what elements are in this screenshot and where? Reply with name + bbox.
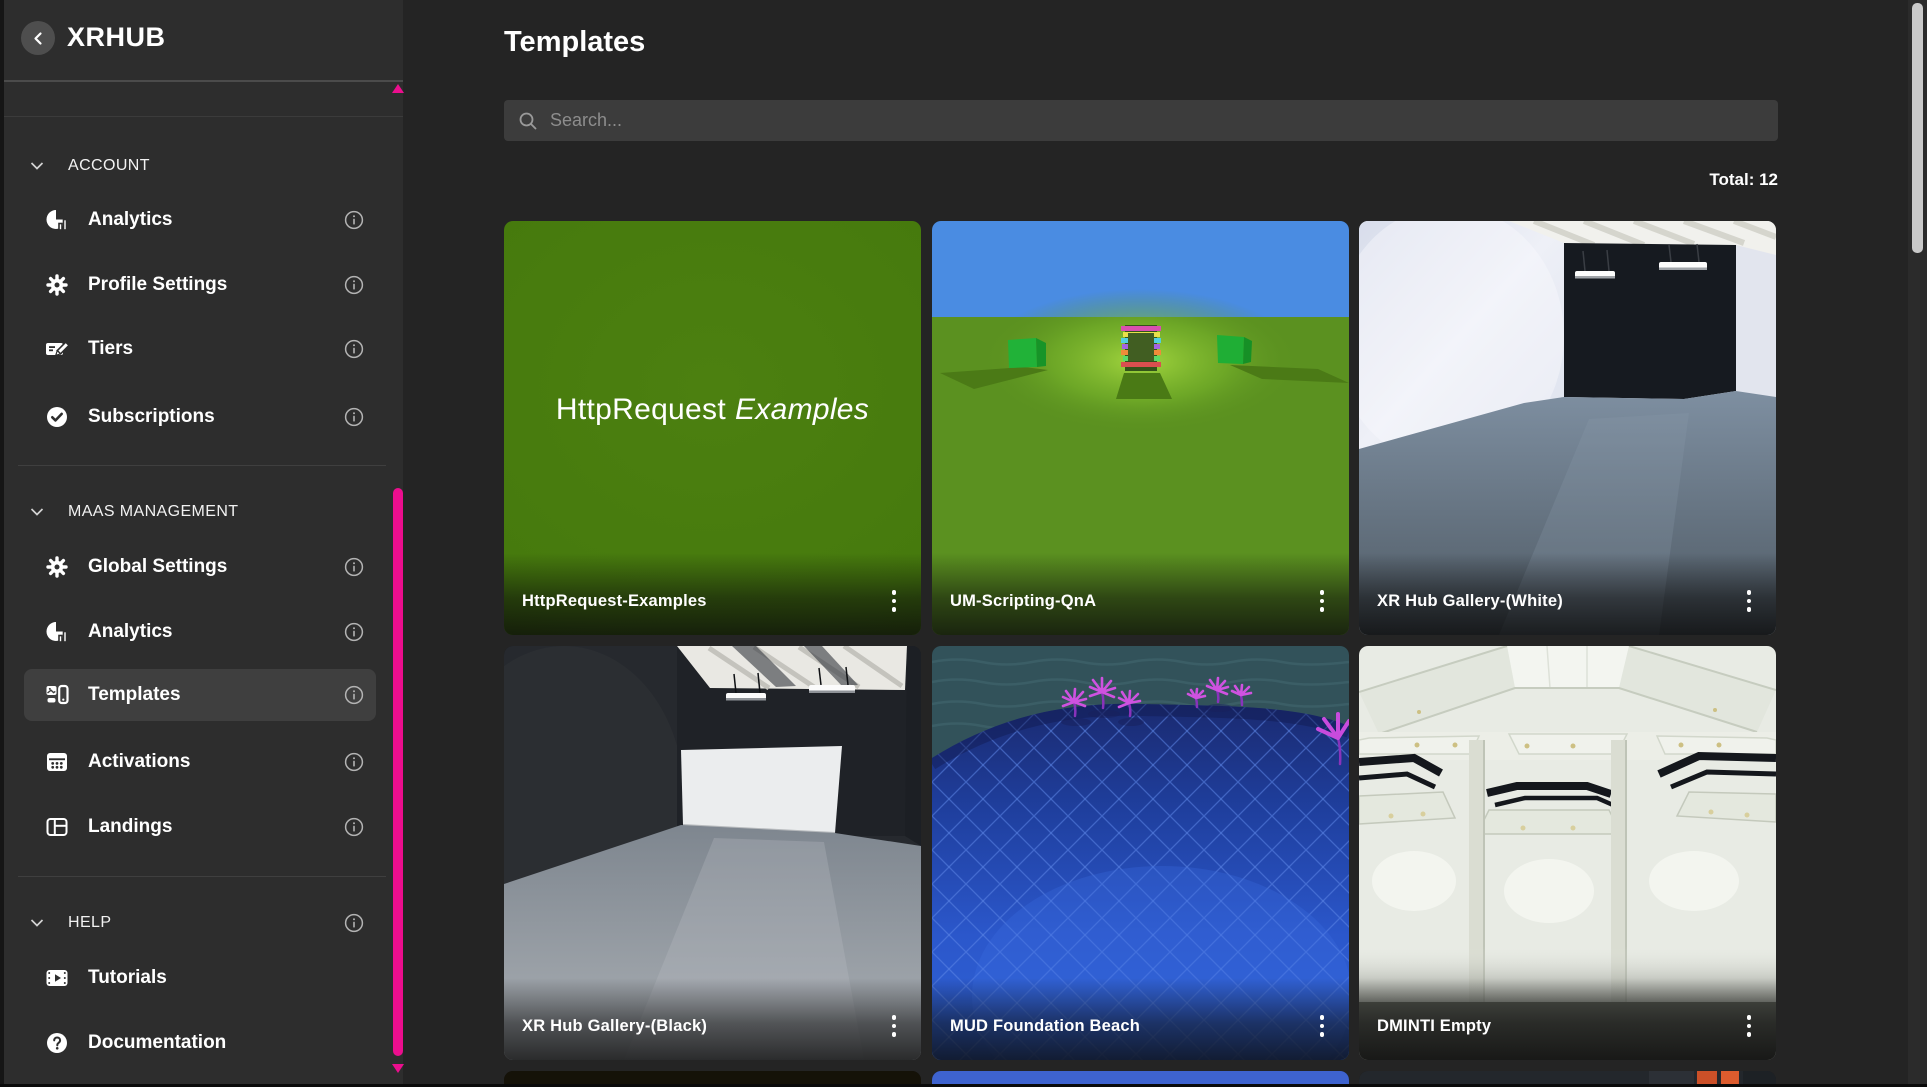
info-icon[interactable] [344, 275, 364, 295]
card-menu-kebab-icon[interactable] [880, 1008, 908, 1044]
divider [0, 116, 403, 117]
section-label: ACCOUNT [68, 157, 150, 175]
sidebar-item-label: Landings [88, 816, 172, 838]
back-button[interactable] [21, 21, 55, 55]
section-header-maas-management[interactable]: MAAS MANAGEMENT [24, 497, 376, 527]
template-card-httprequest-examples[interactable]: HttpRequestExamples HttpRequest-Examples [504, 221, 921, 635]
template-card-xr-hub-gallery-black[interactable]: XR Hub Gallery-(Black) [504, 646, 921, 1060]
sidebar-item-profile-settings[interactable]: Profile Settings [24, 259, 376, 311]
sidebar-scroll-down-arrow[interactable] [392, 1064, 404, 1073]
sidebar-item-analytics-maas[interactable]: Analytics [24, 606, 376, 658]
window-scrollbar-thumb[interactable] [1912, 3, 1923, 253]
divider [0, 80, 403, 82]
total-count: Total: 12 [504, 170, 1778, 190]
window-edge [0, 0, 4, 1087]
template-card-mud-foundation-beach[interactable]: MUD Foundation Beach [932, 646, 1349, 1060]
card-title: DMINTI Empty [1377, 1017, 1491, 1036]
info-icon[interactable] [344, 210, 364, 230]
section-label: MAAS MANAGEMENT [68, 503, 238, 521]
chevron-down-icon [28, 503, 46, 521]
card-title: UM-Scripting-QnA [950, 592, 1096, 611]
sidebar-item-label: Subscriptions [88, 406, 215, 428]
card-edit-icon [44, 336, 70, 362]
sidebar-item-label: Analytics [88, 621, 172, 643]
video-icon [44, 965, 70, 991]
sidebar-item-documentation[interactable]: Documentation [24, 1017, 376, 1069]
card-title: MUD Foundation Beach [950, 1017, 1140, 1036]
card-menu-kebab-icon[interactable] [1735, 1008, 1763, 1044]
search-input[interactable] [548, 109, 1766, 132]
sidebar-item-tiers[interactable]: Tiers [24, 323, 376, 375]
chevron-left-icon [29, 29, 48, 48]
sidebar-item-label: Tutorials [88, 967, 167, 989]
analytics-pie-icon [44, 619, 70, 645]
sidebar-item-label: Profile Settings [88, 274, 227, 296]
info-icon[interactable] [344, 622, 364, 642]
layout-icon [44, 814, 70, 840]
sidebar-item-label: Analytics [88, 209, 172, 231]
sidebar-item-label: Global Settings [88, 556, 227, 578]
question-circle-icon [44, 1030, 70, 1056]
thumbnail-caption: HttpRequestExamples [504, 393, 921, 427]
sidebar-item-activations[interactable]: Activations [24, 736, 376, 788]
sidebar-item-label: Activations [88, 751, 190, 773]
card-menu-kebab-icon[interactable] [1735, 583, 1763, 619]
section-header-help[interactable]: HELP [24, 908, 376, 938]
chevron-down-icon [28, 157, 46, 175]
info-icon[interactable] [344, 817, 364, 837]
info-icon[interactable] [344, 685, 364, 705]
sidebar-item-landings[interactable]: Landings [24, 801, 376, 853]
gear-icon [44, 272, 70, 298]
page-title: Templates [504, 26, 645, 59]
sidebar-item-label: Documentation [88, 1032, 226, 1054]
section-label: HELP [68, 914, 111, 932]
sidebar-scroll-up-arrow[interactable] [392, 84, 404, 93]
sidebar-item-subscriptions[interactable]: Subscriptions [24, 391, 376, 443]
sidebar-scrollbar-thumb[interactable] [393, 488, 403, 1056]
section-header-account[interactable]: ACCOUNT [24, 151, 376, 181]
card-menu-kebab-icon[interactable] [1308, 1008, 1336, 1044]
sidebar-item-tutorials[interactable]: Tutorials [24, 952, 376, 1004]
info-icon[interactable] [344, 407, 364, 427]
check-circle-icon [44, 404, 70, 430]
templates-icon [44, 682, 70, 708]
info-icon[interactable] [344, 557, 364, 577]
calendar-icon [44, 749, 70, 775]
template-card-dminti-empty[interactable]: DMINTI Empty [1359, 646, 1776, 1060]
card-menu-kebab-icon[interactable] [1308, 583, 1336, 619]
card-title: HttpRequest-Examples [522, 592, 707, 611]
card-menu-kebab-icon[interactable] [880, 583, 908, 619]
card-title: XR Hub Gallery-(Black) [522, 1017, 707, 1036]
search-icon [518, 111, 538, 131]
card-title: XR Hub Gallery-(White) [1377, 592, 1563, 611]
divider [18, 876, 386, 877]
sidebar-item-label: Templates [88, 684, 181, 706]
info-icon[interactable] [344, 752, 364, 772]
sidebar-item-label: Tiers [88, 338, 133, 360]
app-title: XRHUB [67, 22, 166, 53]
window-scrollbar-track[interactable] [1908, 0, 1927, 1087]
divider [18, 465, 386, 466]
chevron-down-icon [28, 914, 46, 932]
gear-icon [44, 554, 70, 580]
sidebar-item-analytics-account[interactable]: Analytics [24, 194, 376, 246]
app-window: XRHUB ACCOUNT Analytics Profile Settings [0, 0, 1927, 1087]
info-icon[interactable] [344, 339, 364, 359]
template-card-xr-hub-gallery-white[interactable]: XR Hub Gallery-(White) [1359, 221, 1776, 635]
template-card-um-scripting-qna[interactable]: UM-Scripting-QnA [932, 221, 1349, 635]
sidebar-item-global-settings[interactable]: Global Settings [24, 541, 376, 593]
sidebar: XRHUB ACCOUNT Analytics Profile Settings [0, 0, 403, 1087]
info-icon[interactable] [344, 913, 364, 933]
sidebar-item-templates[interactable]: Templates [24, 669, 376, 721]
search-bar [504, 100, 1778, 141]
analytics-pie-icon [44, 207, 70, 233]
